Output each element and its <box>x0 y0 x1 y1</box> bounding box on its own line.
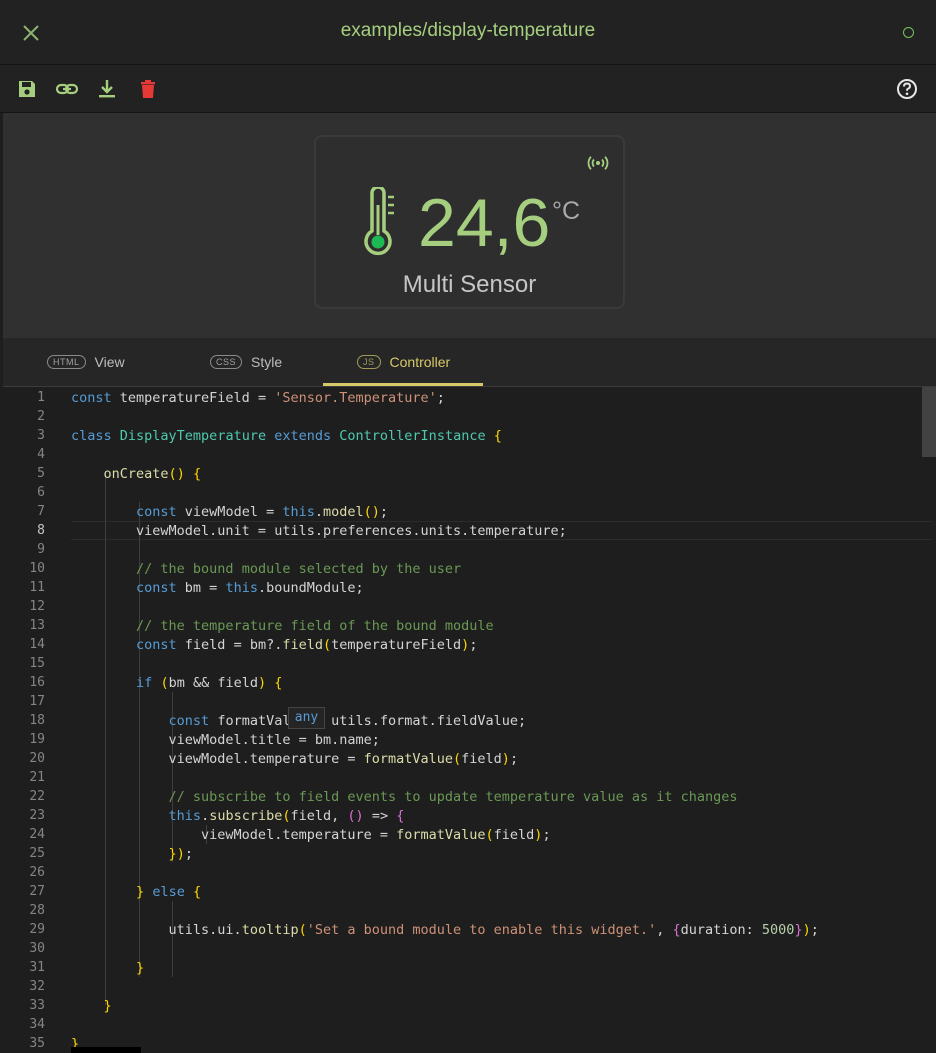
status-dot-icon <box>903 27 914 38</box>
indent-guide <box>172 901 173 977</box>
code-line[interactable]: const viewModel = this.model(); <box>71 504 388 520</box>
line-number: 5 <box>37 466 45 481</box>
tab-controller[interactable]: JS Controller <box>357 338 450 386</box>
line-number: 28 <box>29 903 45 918</box>
code-line[interactable]: // the temperature field of the bound mo… <box>71 618 494 634</box>
line-number: 22 <box>29 789 45 804</box>
line-number: 26 <box>29 865 45 880</box>
code-line[interactable]: const field = bm?.field(temperatureField… <box>71 637 477 653</box>
css-badge: CSS <box>210 355 243 369</box>
tab-label: Controller <box>389 354 451 370</box>
line-number: 6 <box>37 485 45 500</box>
line-number: 19 <box>29 732 45 747</box>
temperature-unit: °C <box>552 197 581 225</box>
code-editor[interactable]: 1 2 3 4 5 6 7 8 9 10 11 12 13 14 15 16 17 18 19 20 21 22 23 24 2… <box>3 387 936 1053</box>
thermometer-icon <box>364 187 394 256</box>
temperature-widget[interactable]: 24,6 °C Multi Sensor <box>314 135 625 309</box>
code-line[interactable]: onCreate() { <box>71 466 202 482</box>
line-number: 15 <box>29 656 45 671</box>
line-number: 3 <box>37 428 45 443</box>
line-number: 34 <box>29 1017 45 1032</box>
js-badge: JS <box>357 355 381 369</box>
line-number: 23 <box>29 808 45 823</box>
code-line[interactable]: } <box>71 960 144 976</box>
editor-tabs: HTML View CSS Style JS Controller <box>3 338 936 387</box>
code-line[interactable]: // the bound module selected by the user <box>71 561 461 577</box>
tab-label: View <box>94 354 125 370</box>
signal-icon <box>587 156 609 170</box>
code-line[interactable]: viewModel.temperature = formatValue(fiel… <box>71 827 551 843</box>
toolbar <box>0 65 936 113</box>
code-line[interactable]: viewModel.temperature = formatValue(fiel… <box>71 751 519 767</box>
horizontal-scrollbar[interactable] <box>71 1047 141 1053</box>
code-line[interactable]: } <box>71 998 112 1014</box>
line-number: 31 <box>29 960 45 975</box>
code-line[interactable]: // subscribe to field events to update t… <box>71 789 738 805</box>
line-number: 10 <box>29 561 45 576</box>
line-number: 24 <box>29 827 45 842</box>
scrollbar-thumb[interactable] <box>922 387 936 457</box>
code-line[interactable]: const bm = this.boundModule; <box>71 580 364 596</box>
save-icon[interactable] <box>15 77 39 101</box>
line-number: 29 <box>29 922 45 937</box>
tab-label: Style <box>251 354 283 370</box>
widget-name: Multi Sensor <box>402 271 537 298</box>
html-badge: HTML <box>47 355 86 369</box>
code-line[interactable]: } else { <box>71 884 201 900</box>
line-number: 8 <box>37 523 45 538</box>
line-number: 18 <box>29 713 45 728</box>
line-number: 16 <box>29 675 45 690</box>
code-line[interactable]: }); <box>71 846 193 862</box>
title-bar: examples/display-temperature <box>0 0 936 65</box>
line-number: 21 <box>29 770 45 785</box>
code-line[interactable]: utils.ui.tooltip('Set a bound module to … <box>71 922 819 938</box>
code-line[interactable]: const temperatureField = 'Sensor.Tempera… <box>71 390 445 406</box>
link-icon[interactable] <box>55 77 79 101</box>
help-icon[interactable] <box>895 77 919 101</box>
line-number: 35 <box>29 1036 45 1051</box>
tab-style[interactable]: CSS Style <box>210 338 282 386</box>
line-number: 2 <box>37 409 45 424</box>
line-number: 1 <box>37 390 45 405</box>
line-number: 33 <box>29 998 45 1013</box>
download-icon[interactable] <box>95 77 119 101</box>
temperature-value: 24,6 <box>418 185 551 261</box>
line-number: 30 <box>29 941 45 956</box>
line-number: 9 <box>37 542 45 557</box>
line-number: 14 <box>29 637 45 652</box>
line-number: 4 <box>37 447 45 462</box>
line-number: 7 <box>37 504 45 519</box>
tab-view[interactable]: HTML View <box>47 338 125 386</box>
line-number: 32 <box>29 979 45 994</box>
vertical-scrollbar[interactable] <box>922 387 936 1053</box>
widget-preview: 24,6 °C Multi Sensor <box>3 113 936 338</box>
line-number: 13 <box>29 618 45 633</box>
code-line[interactable]: viewModel.title = bm.name; <box>71 732 380 748</box>
active-tab-indicator <box>323 383 483 386</box>
code-line[interactable]: class DisplayTemperature extends Control… <box>71 428 502 444</box>
code-line[interactable]: if (bm && field) { <box>71 675 282 691</box>
line-number-gutter: 1 2 3 4 5 6 7 8 9 10 11 12 13 14 15 16 17 18 19 20 21 22 23 24 2… <box>3 387 63 1053</box>
line-number: 12 <box>29 599 45 614</box>
line-number: 25 <box>29 846 45 861</box>
code-line[interactable]: viewModel.unit = utils.preferences.units… <box>71 523 567 539</box>
line-number: 17 <box>29 694 45 709</box>
hover-tooltip: any <box>288 707 325 729</box>
delete-icon[interactable] <box>136 77 160 101</box>
code-line[interactable]: this.subscribe(field, () => { <box>71 808 405 824</box>
line-number: 27 <box>29 884 45 899</box>
line-number: 11 <box>29 580 45 595</box>
line-number: 20 <box>29 751 45 766</box>
page-title: examples/display-temperature <box>340 20 596 41</box>
